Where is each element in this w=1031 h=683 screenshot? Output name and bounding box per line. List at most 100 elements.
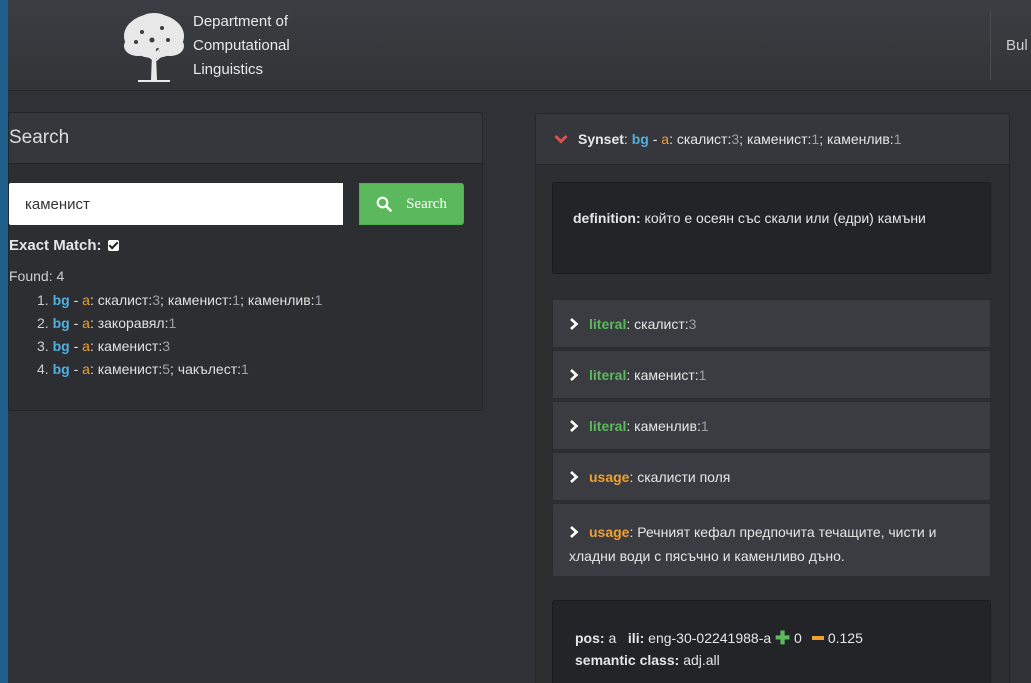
dept-line-3: Linguistics: [193, 61, 264, 78]
found-count: Found: 4: [9, 268, 65, 284]
pos-label: pos:: [575, 630, 605, 646]
literal-word: каменлив: [634, 417, 697, 434]
exact-match-checkbox[interactable]: [107, 240, 119, 251]
search-form: Search: [9, 183, 464, 225]
result-sense: 1: [314, 292, 323, 308]
result-pos: a: [82, 292, 90, 308]
result-word: каменист: [97, 338, 159, 354]
result-word: чакълест: [177, 361, 238, 377]
result-dash: -: [69, 315, 83, 331]
result-number: 1.: [37, 292, 49, 308]
usage-text: скалисти поля: [637, 468, 731, 485]
ili-label: ili:: [627, 630, 645, 646]
department-name[interactable]: Department of Computational Linguistics: [193, 10, 290, 82]
synset-pos: a: [661, 131, 670, 147]
result-colon: :: [89, 338, 98, 354]
ili-value[interactable]: eng-30-02241988-a: [648, 630, 771, 646]
usage-label: usage: [589, 468, 630, 485]
literal-label: literal: [589, 366, 627, 383]
synset-word: скалист: [676, 131, 728, 147]
literal-item[interactable]: literal: скалист:3: [552, 299, 991, 348]
chevron-right-icon: [570, 526, 579, 538]
dept-line-1: Department of: [193, 13, 289, 30]
literal-word: каменист: [634, 366, 695, 383]
result-colon: :: [89, 292, 98, 308]
synset-info-box: pos: a ili: eng-30-02241988-a ✚ 0 0.125 s…: [552, 600, 991, 683]
literal-label: literal: [589, 315, 627, 332]
literal-item[interactable]: literal: каменлив:1: [552, 401, 991, 450]
result-pos: a: [82, 338, 90, 354]
chevron-right-icon: [570, 368, 579, 381]
result-colon: :: [89, 315, 98, 331]
semantic-class-label: semantic class:: [575, 652, 680, 668]
nav-link-bulgarian[interactable]: Bul: [1006, 37, 1028, 54]
result-number: 3.: [37, 338, 49, 354]
semantic-class-row: semantic class: adj.all: [575, 649, 968, 671]
search-input[interactable]: [9, 183, 343, 225]
synset-lang: bg: [631, 131, 649, 147]
header-divider: [990, 10, 991, 80]
chevron-down-icon: [554, 134, 568, 144]
site-header: Department of Computational Linguistics …: [8, 0, 1031, 91]
synset-sense: 1: [811, 131, 820, 147]
exact-match-label: Exact Match:: [9, 237, 102, 254]
synset-word: каменлив: [827, 131, 890, 147]
usage-item[interactable]: usage: скалисти поля: [552, 452, 991, 501]
synset-header[interactable]: Synset: bg - a: скалист:3; каменист:1; к…: [536, 114, 1009, 165]
plus-icon[interactable]: ✚: [775, 628, 790, 648]
semantic-class-value: adj.all: [683, 652, 720, 668]
synset-items: literal: скалист:3 literal: каменист:1 l…: [552, 299, 991, 579]
tree-logo-icon[interactable]: [118, 10, 190, 86]
magnifier-icon: [376, 196, 392, 212]
definition-text: който е осеян със скали или (едри) камън…: [644, 210, 926, 226]
result-pos: a: [82, 315, 90, 331]
result-dash: -: [69, 338, 83, 354]
chevron-right-icon: [570, 317, 579, 330]
search-panel-title: Search: [9, 113, 482, 164]
synset-sense: 3: [731, 131, 740, 147]
literal-sense: 1: [698, 366, 707, 383]
exact-match-row: Exact Match:: [9, 237, 119, 254]
result-word: каменист: [97, 361, 159, 377]
minus-value: 0.125: [827, 630, 863, 646]
result-item-1[interactable]: 1. bg - a: скалист:3; каменист:1; каменл…: [37, 289, 322, 312]
literal-word: скалист: [634, 315, 685, 332]
search-button-label: Search: [406, 195, 447, 212]
result-lang: bg: [52, 361, 70, 377]
usage-item[interactable]: usage: Речният кефал предпочита течащите…: [552, 503, 991, 577]
chevron-right-icon: [570, 419, 579, 432]
literal-item[interactable]: literal: каменист:1: [552, 350, 991, 399]
result-word: скалист: [97, 292, 149, 308]
literal-sense: 3: [688, 315, 697, 332]
result-word: закоравял: [97, 315, 165, 331]
result-colon: :: [89, 361, 98, 377]
result-item-3[interactable]: 3. bg - a: каменист:3: [37, 335, 322, 358]
result-sense: 3: [152, 292, 161, 308]
result-dash: -: [69, 292, 83, 308]
literal-label: literal: [589, 417, 627, 434]
search-button[interactable]: Search: [359, 183, 464, 225]
synset-sense: 1: [893, 131, 902, 147]
app-window: Department of Computational Linguistics …: [8, 0, 1031, 683]
search-panel: Search Search Exact Match: Found: 4 1. b…: [8, 112, 483, 411]
result-item-2[interactable]: 2. bg - a: закоравял:1: [37, 312, 322, 335]
result-lang: bg: [52, 315, 70, 331]
synset-panel: Synset: bg - a: скалист:3; каменист:1; к…: [535, 113, 1010, 683]
result-sense: 1: [168, 315, 177, 331]
pos-value: a: [608, 630, 617, 646]
result-number: 2.: [37, 315, 49, 331]
definition-label: definition:: [573, 210, 641, 226]
definition-box: definition: който е осеян със скали или …: [552, 182, 991, 274]
synset-word: каменист: [746, 131, 808, 147]
dept-line-2: Computational: [193, 37, 290, 54]
result-sense: 1: [241, 361, 249, 377]
minus-icon[interactable]: [811, 636, 824, 640]
result-number: 4.: [37, 361, 49, 377]
chevron-right-icon: [570, 470, 579, 483]
result-lang: bg: [52, 338, 70, 354]
pos-ili-row: pos: a ili: eng-30-02241988-a ✚ 0 0.125: [575, 627, 968, 649]
usage-label: usage: [589, 524, 630, 540]
synset-label: Synset: [578, 131, 624, 147]
literal-sense: 1: [700, 417, 709, 434]
result-item-4[interactable]: 4. bg - a: каменист:5; чакълест:1: [37, 358, 322, 381]
